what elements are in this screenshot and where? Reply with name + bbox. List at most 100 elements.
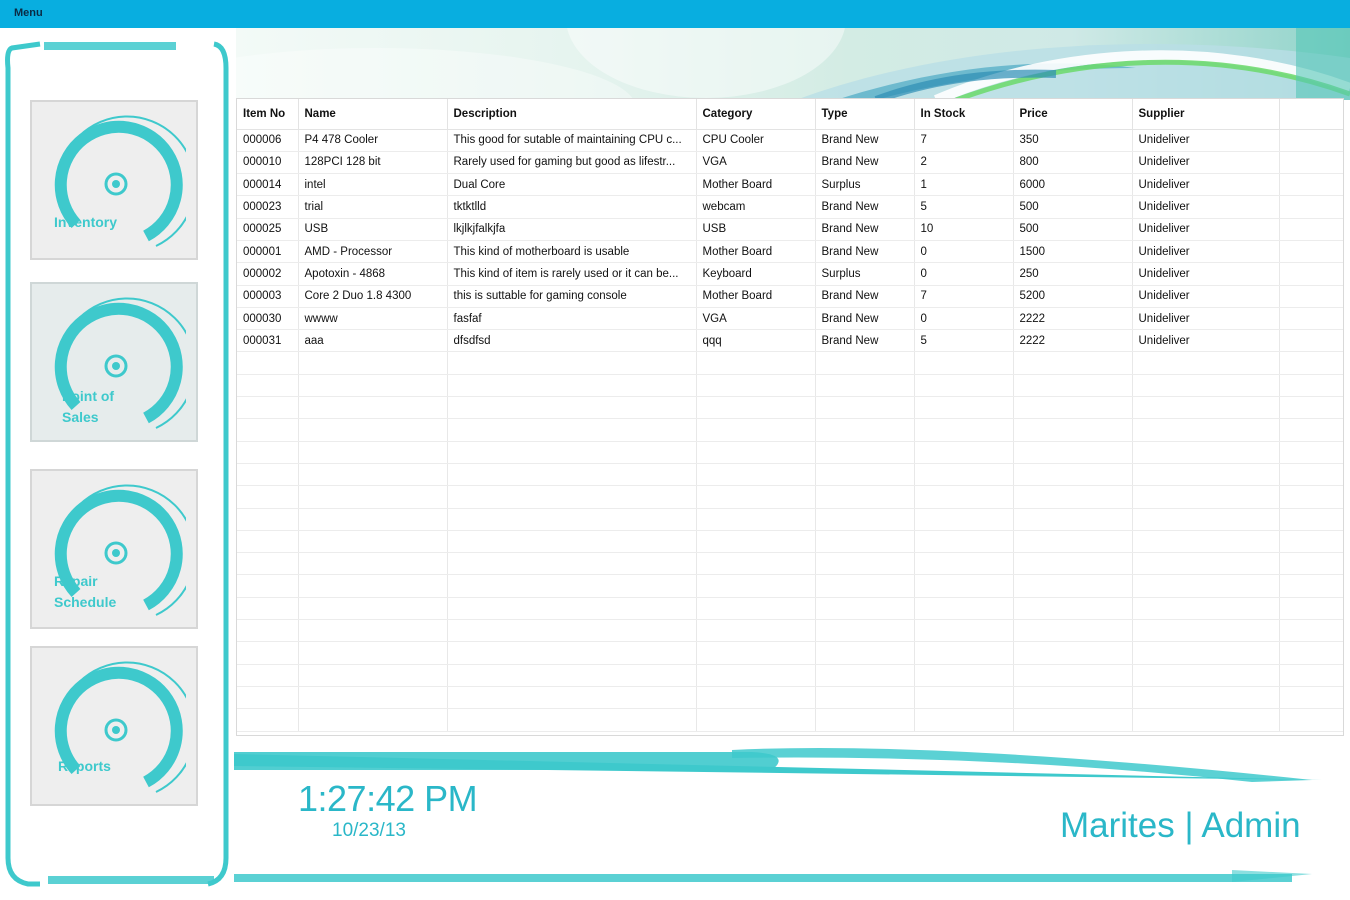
empty-cell (1013, 441, 1133, 464)
column-header[interactable]: Price (1013, 99, 1133, 130)
empty-cell (815, 664, 915, 687)
table-cell: 500 (1013, 195, 1133, 219)
table-cell: 5 (914, 195, 1014, 219)
table-cell: 000002 (237, 262, 299, 286)
table-row[interactable]: 000023 trial tktktlld webcam Brand New 5 500 Un… (237, 195, 1343, 219)
empty-table-row (237, 686, 1343, 710)
empty-cell (237, 463, 299, 487)
empty-cell (1013, 463, 1133, 487)
table-cell: USB (298, 218, 448, 241)
table-cell: Rarely used for gaming but good as lifes… (447, 151, 697, 175)
column-header[interactable]: Item No (237, 99, 299, 130)
empty-cell (298, 641, 448, 665)
empty-cell (298, 597, 448, 621)
tile-label-inventory: Inventory (54, 214, 118, 230)
empty-cell (696, 641, 816, 665)
empty-table-row (237, 574, 1343, 598)
empty-cell (237, 396, 299, 420)
empty-cell (696, 396, 816, 420)
empty-cell (1132, 463, 1280, 487)
empty-cell (447, 396, 697, 420)
table-cell: 250 (1013, 262, 1133, 286)
table-cell: 0 (914, 307, 1014, 331)
empty-cell (237, 441, 299, 464)
inventory-tile[interactable]: Inventory (30, 100, 198, 260)
reports-tile[interactable]: Reports (30, 646, 198, 806)
empty-cell (1132, 530, 1280, 554)
empty-cell (1013, 418, 1133, 442)
spacer-cell (1279, 374, 1343, 398)
table-row[interactable]: 000014 intel Dual Core Mother Board Surplus 1… (237, 173, 1343, 197)
empty-cell (298, 686, 448, 710)
empty-cell (237, 664, 299, 687)
logged-in-user: Marites | Admin (1060, 806, 1301, 845)
empty-cell (914, 418, 1014, 442)
table-cell: 000001 (237, 240, 299, 264)
tile-label-point-of-sales: Point of Sales (62, 388, 115, 425)
table-row[interactable]: 000001 AMD - Processor This kind of mother… (237, 240, 1343, 264)
point-of-sales-tile[interactable]: Point of Sales (30, 282, 198, 442)
empty-cell (1013, 619, 1133, 643)
column-header[interactable]: Name (298, 99, 448, 130)
empty-cell (696, 485, 816, 509)
empty-table-row (237, 463, 1343, 487)
table-cell: Unideliver (1132, 173, 1280, 197)
column-header[interactable]: Category (696, 99, 816, 130)
table-cell: Dual Core (447, 173, 697, 197)
table-row[interactable]: 000025 USB lkjlkjfalkjfa USB Brand New 10 500 U… (237, 218, 1343, 241)
empty-cell (914, 374, 1014, 398)
table-row[interactable]: 000030 wwww fasfaf VGA Brand New 0 2222 Unideli… (237, 307, 1343, 331)
repair-schedule-tile[interactable]: Repair Schedule (30, 469, 198, 629)
empty-cell (237, 552, 299, 576)
table-cell: wwww (298, 307, 448, 331)
spacer-cell (1279, 664, 1343, 687)
empty-cell (815, 441, 915, 464)
banner-art (236, 28, 1350, 100)
table-cell: 000006 (237, 129, 299, 152)
empty-cell (815, 619, 915, 643)
column-header[interactable]: In Stock (914, 99, 1014, 130)
empty-cell (914, 552, 1014, 576)
empty-cell (815, 597, 915, 621)
spacer-cell (1279, 351, 1343, 375)
column-header[interactable]: Description (447, 99, 697, 130)
empty-cell (298, 574, 448, 598)
empty-cell (237, 686, 299, 710)
table-cell: 000010 (237, 151, 299, 175)
empty-cell (815, 463, 915, 487)
menu-button[interactable]: Menu (14, 7, 43, 19)
table-cell: Brand New (815, 285, 915, 308)
empty-cell (1132, 597, 1280, 621)
table-row[interactable]: 000031 aaa dfsdfsd qqq Brand New 5 2222 Unideli… (237, 329, 1343, 353)
empty-table-row (237, 530, 1343, 554)
empty-cell (696, 708, 816, 732)
empty-cell (1132, 441, 1280, 464)
empty-cell (696, 552, 816, 576)
empty-cell (914, 686, 1014, 710)
table-cell: webcam (696, 195, 816, 219)
table-row[interactable]: 000003 Core 2 Duo 1.8 4300 this is suttabl… (237, 285, 1343, 308)
table-cell: 7 (914, 285, 1014, 308)
empty-cell (237, 530, 299, 554)
empty-cell (815, 485, 915, 509)
table-row[interactable]: 000010 128PCI 128 bit Rarely used for gami… (237, 151, 1343, 175)
table-row[interactable]: 000002 Apotoxin - 4868 This kind of item i… (237, 262, 1343, 286)
empty-cell (914, 396, 1014, 420)
table-cell: 2222 (1013, 307, 1133, 331)
table-cell: 0 (914, 240, 1014, 264)
inventory-grid[interactable]: Item No Name Description Category Type I… (236, 98, 1344, 736)
table-row[interactable]: 000006 P4 478 Cooler This good for sutable… (237, 129, 1343, 152)
empty-cell (298, 664, 448, 687)
empty-cell (237, 374, 299, 398)
table-cell: aaa (298, 329, 448, 353)
column-header[interactable]: Supplier (1132, 99, 1280, 130)
empty-cell (298, 441, 448, 464)
empty-cell (914, 441, 1014, 464)
table-cell: Unideliver (1132, 195, 1280, 219)
table-cell: 500 (1013, 218, 1133, 241)
table-cell: 0 (914, 262, 1014, 286)
empty-cell (914, 619, 1014, 643)
column-header[interactable]: Type (815, 99, 915, 130)
table-cell: Mother Board (696, 285, 816, 308)
empty-cell (298, 463, 448, 487)
